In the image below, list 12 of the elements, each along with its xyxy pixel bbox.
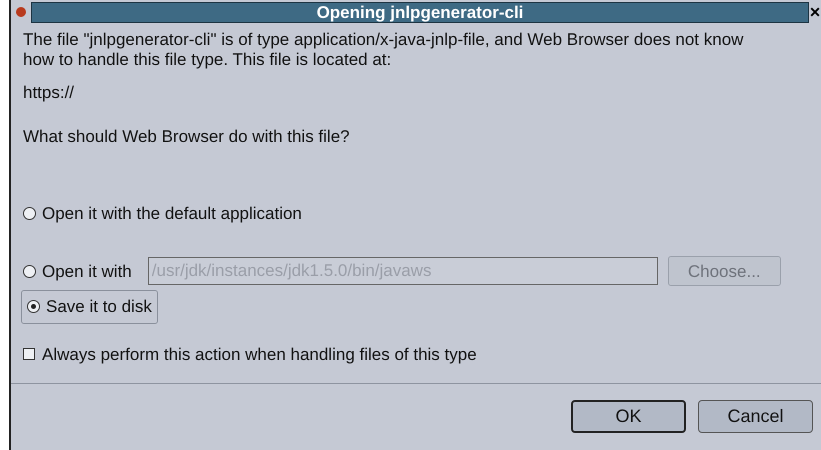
window-title: Opening jnlpgenerator-cli xyxy=(31,2,809,22)
dialog-button[interactable]: Cancel xyxy=(698,400,813,433)
location-text: https:// xyxy=(23,82,76,104)
radio-option[interactable]: Open it with xyxy=(17,254,138,288)
dialog-button[interactable]: OK xyxy=(571,400,686,433)
radio-option[interactable]: Open it with the default application xyxy=(17,197,809,230)
question-text: What should Web Browser do with this file? xyxy=(23,126,351,148)
message-text: The file "jnlpgenerator-cli" is of type application/x-java-jnlp-file, and Web Browser does not know how to handle this file type. This file is located at: xyxy=(23,30,744,70)
radio-option[interactable]: Save it to disk xyxy=(21,290,158,324)
app-icon xyxy=(14,5,28,19)
close-button[interactable]: × xyxy=(809,3,821,21)
always-checkbox[interactable]: Always perform this action when handling files of this type xyxy=(23,342,809,367)
